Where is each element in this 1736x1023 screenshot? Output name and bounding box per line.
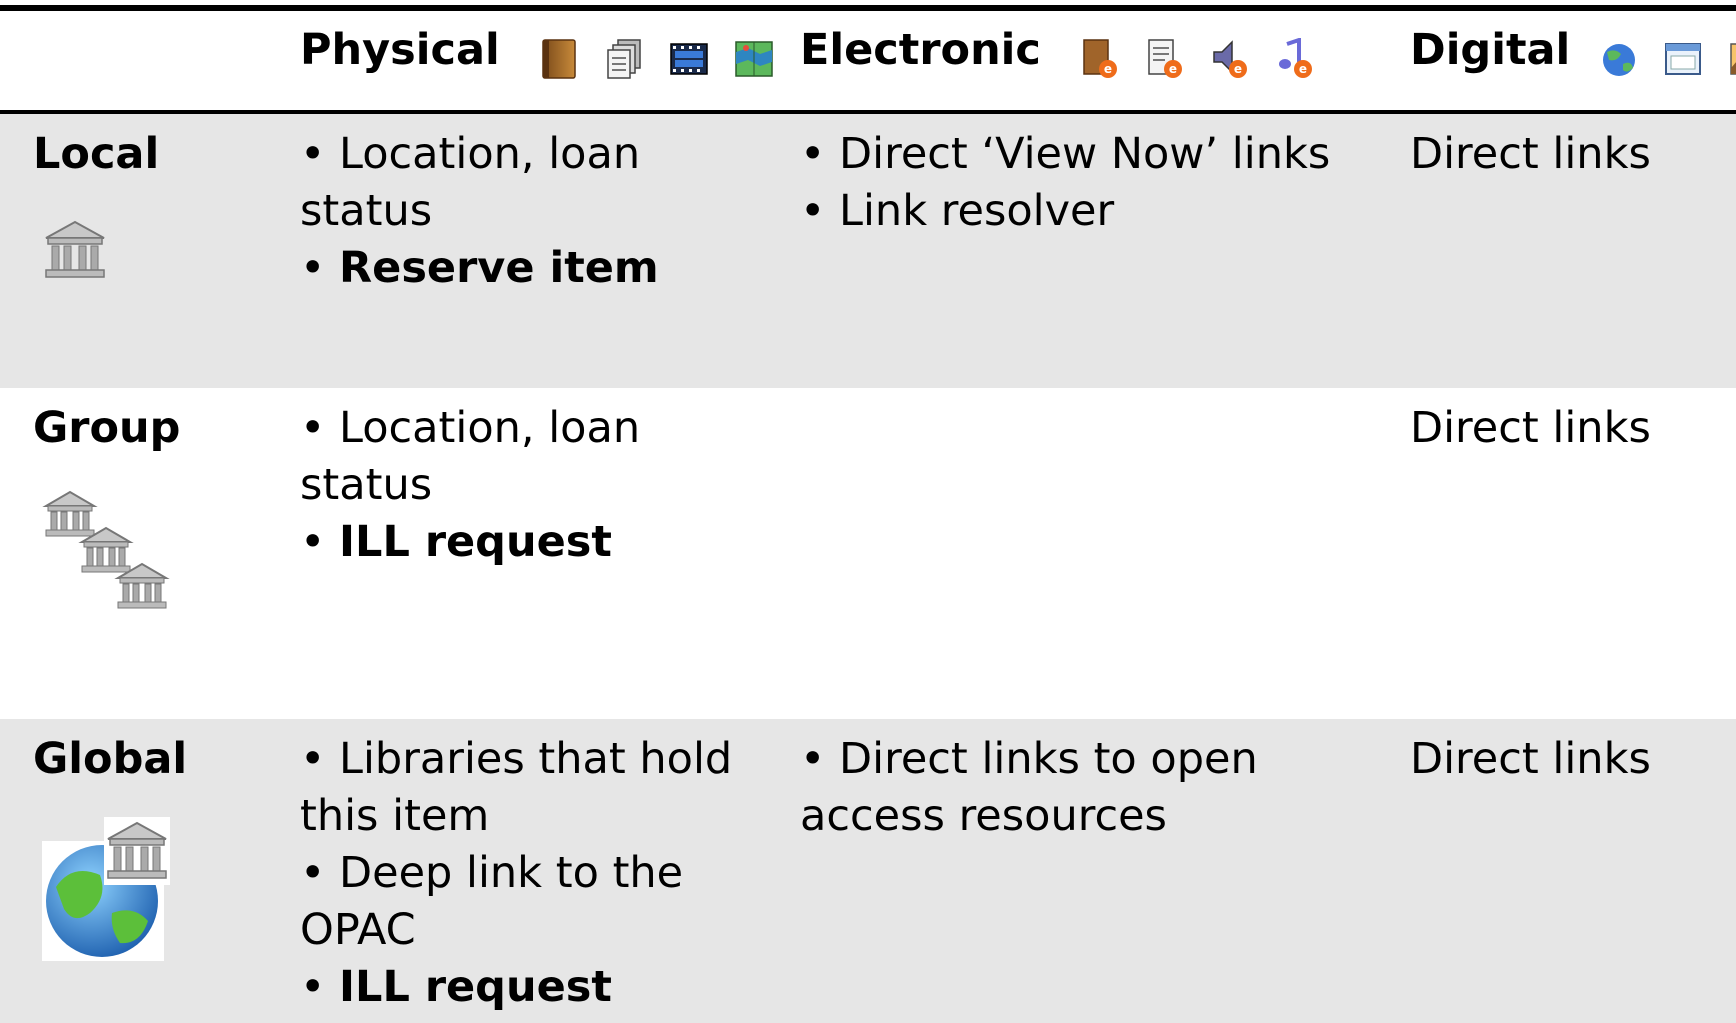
row-global: Global • Libraries that hold this item •… [0,719,1736,1023]
group-digital-cell: Direct links [1410,403,1651,453]
svg-text:e: e [1104,62,1112,76]
local-physical-line1: • Location, loan [300,129,641,179]
group-physical-line2: status [300,460,433,510]
svg-text:e: e [1234,62,1242,76]
group-physical-line3: • ILL request [300,514,770,571]
window-icon [1665,43,1702,75]
group-physical-cell: • Location, loan status • ILL request [300,400,770,571]
bullet: • [300,243,340,293]
header-electronic-label: Electronic [800,25,1041,75]
electronic-icons: e e e e [1080,29,1325,85]
row-label-global: Global [33,734,188,784]
global-physical-line3: • Deep link to the [300,848,684,898]
bullet: • [300,517,340,567]
header-physical: Physical [300,22,784,81]
group-physical-line1: • Location, loan [300,403,641,453]
global-physical-line4: OPAC [300,905,416,955]
film-icon [669,43,708,75]
local-physical-line2: status [300,186,433,236]
globe-library-icon [42,817,170,961]
header-digital-label: Digital [1410,25,1571,75]
ebook-icon: e [1083,39,1117,78]
svg-text:e: e [1169,62,1177,76]
row-label-group: Group [33,403,181,453]
library-group-icon [42,490,170,609]
header-digital: Digital [1410,22,1736,81]
bullet: • [300,962,340,1012]
local-electronic-cell: • Direct ‘View Now’ links • Link resolve… [800,126,1360,240]
global-electronic-line2: access resources [800,791,1167,841]
local-electronic-line2: • Link resolver [800,186,1115,236]
digital-icons [1599,29,1736,85]
local-physical-cell: • Location, loan status • Reserve item [300,126,770,297]
row-group: Group • Location, loan status • ILL requ… [0,388,1736,701]
ejournal-icon: e [1148,39,1182,78]
svg-text:e: e [1299,62,1307,76]
top-rule [0,5,1736,11]
map-icon [734,41,773,77]
global-physical-line1: • Libraries that hold [300,734,733,784]
eaudio-icon: e [1213,40,1247,78]
physical-icons [539,29,784,85]
global-physical-line5: • ILL request [300,959,770,1016]
local-digital-cell: Direct links [1410,129,1651,179]
local-electronic-line1: • Direct ‘View Now’ links [800,129,1331,179]
library-icon [45,220,105,278]
ill-request-text: ILL request [339,517,612,567]
book-icon [541,39,576,79]
emusic-icon: e [1278,38,1312,78]
global-electronic-cell: • Direct links to open access resources [800,731,1360,845]
header-electronic: Electronic e e e e [800,22,1325,81]
row-label-local: Local [33,129,160,179]
globe-icon [1603,44,1636,76]
header-physical-label: Physical [300,25,500,75]
ill-request-text: ILL request [339,962,612,1012]
stack-icon [606,39,641,79]
global-digital-cell: Direct links [1410,734,1651,784]
row-local: Local • Location, loan status • Reserve … [0,114,1736,388]
global-physical-cell: • Libraries that hold this item • Deep l… [300,731,770,1016]
global-electronic-line1: • Direct links to open [800,734,1258,784]
global-physical-line2: this item [300,791,490,841]
image-icon [1730,43,1736,75]
local-physical-line3: • Reserve item [300,240,770,297]
reserve-item-text: Reserve item [339,243,659,293]
